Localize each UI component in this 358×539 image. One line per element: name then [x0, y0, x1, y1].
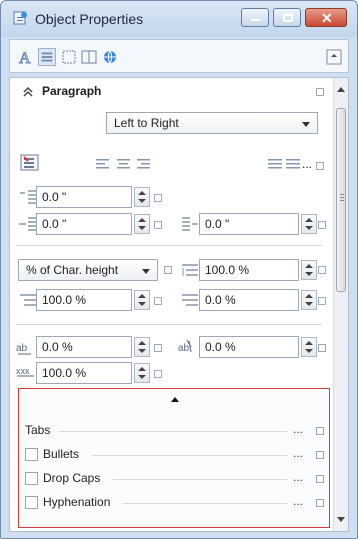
spacing-unit-select[interactable]: % of Char. height — [18, 259, 158, 281]
spacing-after-box[interactable] — [318, 297, 326, 305]
maximize-button[interactable] — [273, 8, 301, 27]
tabs-menu-box[interactable] — [316, 427, 324, 435]
right-indent-icon — [182, 217, 198, 231]
drop-caps-checkbox[interactable] — [25, 472, 38, 485]
divider — [59, 431, 287, 432]
spacing-before-spinner[interactable] — [134, 290, 150, 310]
divider — [113, 479, 287, 480]
left-indent-spinner[interactable] — [134, 214, 150, 234]
left-indent-box[interactable] — [154, 221, 162, 229]
close-icon: ✕ — [321, 10, 333, 26]
title-bar[interactable]: Object Properties ✕ — [1, 1, 357, 37]
paragraph-title: Paragraph — [42, 84, 102, 98]
chevron-down-icon — [142, 269, 150, 274]
language-spacing-icon: ab — [178, 339, 192, 354]
bullets-checkbox[interactable] — [25, 448, 38, 461]
language-spacing-spinner[interactable] — [301, 337, 317, 357]
spacing-before-icon — [20, 294, 36, 306]
right-indent-box[interactable] — [318, 221, 326, 229]
tabs-row[interactable]: Tabs ... — [19, 419, 331, 443]
paragraph-panel: Paragraph Left to Right ... 0.0 " 0.0 " … — [9, 77, 349, 532]
bullets-menu-box[interactable] — [316, 451, 324, 459]
align-center-icon[interactable] — [114, 156, 134, 174]
object-properties-icon — [13, 11, 27, 25]
divider — [123, 503, 287, 504]
alignment-menu-box[interactable] — [316, 162, 324, 170]
minimize-button[interactable] — [241, 8, 269, 27]
no-alignment-icon[interactable] — [20, 154, 40, 172]
text-icon[interactable]: A — [18, 48, 36, 67]
right-indent-spinner[interactable] — [301, 214, 317, 234]
scroll-thumb[interactable] — [336, 108, 346, 292]
vertical-scrollbar[interactable] — [333, 78, 348, 531]
property-toolbar: A — [9, 39, 349, 73]
line-spacing-field[interactable]: 100.0 % — [199, 259, 299, 281]
first-line-indent-box[interactable] — [154, 194, 162, 202]
word-spacing-field[interactable]: 100.0 % — [36, 362, 132, 384]
hyphenation-row[interactable]: Hyphenation ... — [19, 491, 331, 515]
left-indent-icon — [19, 217, 36, 231]
spacing-after-field[interactable]: 0.0 % — [199, 289, 299, 311]
spacing-before-box[interactable] — [154, 297, 162, 305]
text-direction-value: Left to Right — [114, 116, 179, 130]
word-spacing-icon: xxx — [16, 366, 34, 377]
language-spacing-field[interactable]: 0.0 % — [199, 336, 299, 358]
minimize-icon — [251, 19, 260, 21]
divider — [16, 245, 322, 246]
paragraph-menu-box[interactable] — [316, 88, 324, 96]
align-right-icon[interactable] — [134, 156, 154, 174]
svg-text:xxx: xxx — [16, 366, 30, 376]
spacing-unit-box[interactable] — [164, 266, 172, 274]
language-spacing-box[interactable] — [318, 344, 326, 352]
svg-text:A: A — [19, 50, 31, 66]
line-spacing-box[interactable] — [318, 266, 326, 274]
first-line-indent-icon — [20, 190, 36, 204]
character-spacing-spinner[interactable] — [134, 337, 150, 357]
bullets-row[interactable]: Bullets ... — [19, 443, 331, 467]
maximize-icon — [283, 14, 293, 22]
justify-icon[interactable] — [266, 156, 286, 174]
hyphenation-checkbox[interactable] — [25, 496, 38, 509]
object-properties-window: Object Properties ✕ A Paragraph Left to … — [0, 0, 358, 539]
drop-caps-row[interactable]: Drop Caps ... — [19, 467, 331, 491]
line-spacing-spinner[interactable] — [301, 260, 317, 280]
svg-text:ab: ab — [16, 343, 28, 354]
paragraph-icon[interactable] — [38, 48, 56, 66]
expanded-options-panel: Tabs ... Bullets ... Drop Caps ... Hyphe… — [18, 388, 330, 528]
word-spacing-spinner[interactable] — [134, 363, 150, 383]
align-left-icon[interactable] — [94, 156, 114, 174]
first-line-indent-spinner[interactable] — [134, 187, 150, 207]
columns-icon[interactable] — [80, 48, 98, 66]
first-line-indent-field[interactable]: 0.0 " — [36, 186, 132, 208]
left-indent-field[interactable]: 0.0 " — [36, 213, 132, 235]
collapse-arrow-icon[interactable] — [171, 397, 179, 402]
spacing-before-field[interactable]: 100.0 % — [36, 289, 132, 311]
drop-caps-menu-box[interactable] — [316, 475, 324, 483]
character-spacing-box[interactable] — [154, 344, 162, 352]
spacing-after-spinner[interactable] — [301, 290, 317, 310]
collapse-section-icon[interactable] — [22, 85, 35, 98]
line-spacing-icon — [182, 264, 198, 276]
divider — [93, 455, 287, 456]
spacing-after-icon — [182, 294, 198, 306]
scroll-up-icon[interactable] — [337, 87, 345, 92]
word-spacing-box[interactable] — [154, 370, 162, 378]
more-alignment-options[interactable]: ... — [302, 157, 312, 171]
svg-text:ab: ab — [178, 343, 190, 354]
globe-icon[interactable] — [101, 48, 119, 66]
character-spacing-field[interactable]: 0.0 % — [36, 336, 132, 358]
window-title: Object Properties — [35, 11, 144, 27]
right-indent-field[interactable]: 0.0 " — [199, 213, 299, 235]
frame-icon[interactable] — [60, 48, 78, 66]
options-icon[interactable] — [325, 48, 343, 66]
force-justify-icon[interactable] — [284, 156, 304, 174]
scroll-down-icon[interactable] — [337, 517, 345, 522]
divider — [16, 324, 322, 325]
close-button[interactable]: ✕ — [305, 8, 347, 27]
text-direction-select[interactable]: Left to Right — [106, 112, 318, 134]
chevron-down-icon — [302, 122, 310, 127]
character-spacing-icon: ab — [16, 343, 31, 355]
hyphenation-menu-box[interactable] — [316, 499, 324, 507]
